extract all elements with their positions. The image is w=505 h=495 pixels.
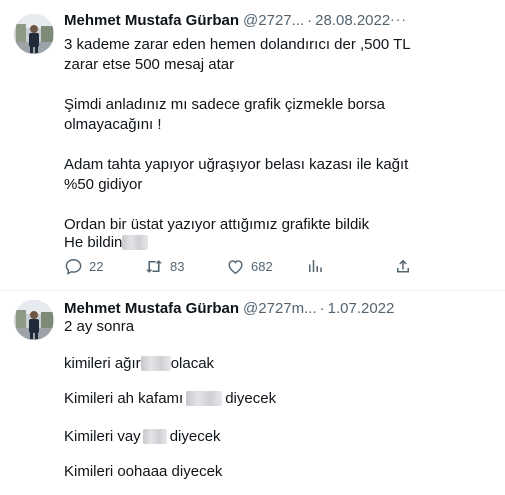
share-button[interactable] — [394, 257, 418, 276]
views-button[interactable] — [306, 257, 330, 275]
like-button[interactable]: 682 — [226, 257, 273, 276]
tweet-text-line: Kimileri oohaaa diyecek — [64, 463, 223, 480]
avatar[interactable] — [14, 300, 54, 340]
separator-dot: · — [319, 300, 325, 317]
tweet-header: Mehmet Mustafa Gürban @2727... · 28.08.2022 — [64, 11, 390, 31]
tweet-text-line: olmayacağını ! — [64, 116, 162, 133]
tweet-text-line: 3 kademe zarar eden hemen dolandırıcı de… — [64, 36, 411, 53]
retweet-count: 83 — [170, 259, 185, 274]
more-options-icon[interactable]: ··· — [390, 12, 407, 26]
tweet-divider — [0, 290, 505, 291]
tweet-date[interactable]: 28.08.2022 — [315, 12, 390, 29]
censored-blur — [140, 356, 171, 371]
analytics-icon — [309, 260, 322, 272]
tweet-text-line: Kimileri ah kafamı diyecek — [64, 389, 276, 409]
share-icon — [397, 259, 409, 273]
retweet-button[interactable]: 83 — [144, 257, 184, 276]
avatar-photo — [14, 300, 54, 340]
author-name[interactable]: Mehmet Mustafa Gürban — [64, 300, 239, 317]
author-handle[interactable]: @2727... — [243, 12, 304, 29]
tweet-text-fragment: Kimileri vay — [64, 428, 141, 445]
censored-blur — [122, 235, 149, 250]
retweet-icon — [146, 260, 162, 273]
tweet-text-fragment: He bildin — [64, 234, 123, 251]
tweet-text-fragment: diyecek — [225, 390, 277, 407]
reply-icon — [65, 259, 82, 275]
tweet-date[interactable]: 1.07.2022 — [328, 300, 395, 317]
tweet-header: Mehmet Mustafa Gürban @2727m... · 1.07.2022 — [64, 299, 394, 319]
tweet-text-fragment: diyecek — [169, 428, 221, 445]
tweet-text-fragment: Kimileri ah kafamı — [64, 390, 184, 407]
avatar-photo — [14, 14, 54, 54]
author-name[interactable]: Mehmet Mustafa Gürban — [64, 12, 239, 29]
avatar[interactable] — [14, 14, 54, 54]
heart-icon — [228, 260, 243, 275]
tweet-text-line: kimileri ağır olacak — [64, 354, 214, 374]
censored-blur — [142, 429, 167, 444]
tweet-text-line: Ordan bir üstat yazıyor attığımız grafik… — [64, 216, 370, 233]
censored-blur — [186, 391, 223, 406]
tweet-text-fragment: kimileri ağır — [64, 355, 141, 372]
like-count: 682 — [251, 259, 273, 274]
author-handle[interactable]: @2727m... — [243, 300, 317, 317]
reply-count: 22 — [89, 259, 104, 274]
separator-dot: · — [307, 12, 313, 29]
reply-button[interactable]: 22 — [64, 257, 103, 276]
tweet-text-line: %50 gidiyor — [64, 176, 143, 193]
tweet-actions: 22 83 682 — [64, 257, 414, 279]
tweet-text-line: He bildin — [64, 233, 149, 253]
tweet-text-line: 2 ay sonra — [64, 318, 135, 335]
tweet-text-line: Adam tahta yapıyor uğraşıyor belası kaza… — [64, 156, 409, 173]
tweet-text-line: Şimdi anladınız mı sadece grafik çizmekl… — [64, 96, 385, 113]
tweet-text-line: zarar etse 500 mesaj atar — [64, 56, 235, 73]
tweet-text-fragment: olacak — [170, 355, 215, 372]
tweet-text-line: Kimileri vay diyecek — [64, 427, 221, 447]
